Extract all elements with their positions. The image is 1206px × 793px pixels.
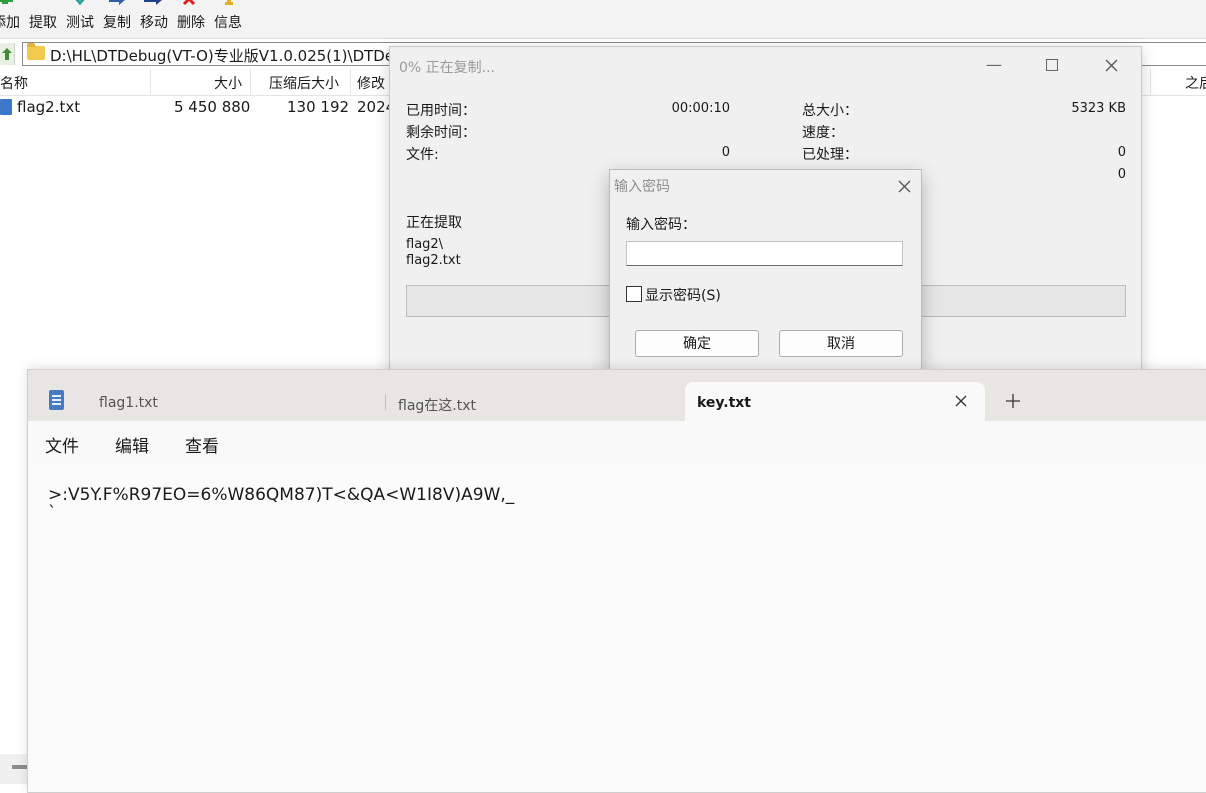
status-bar <box>0 754 28 784</box>
test-icon <box>75 0 85 6</box>
ok-button[interactable]: 确定 <box>635 330 759 357</box>
current-folder: flag2\ <box>406 237 444 252</box>
remaining-time-label: 剩余时间： <box>406 125 476 141</box>
tab-bar: flag1.txt flag在这.txt key.txt <box>28 370 1206 421</box>
info-icon <box>225 0 233 5</box>
toolbar-delete-label: 删除 <box>177 15 205 31</box>
close-icon <box>898 180 911 193</box>
elapsed-time-value: 00:00:10 <box>671 101 730 116</box>
password-input[interactable] <box>626 241 903 266</box>
text-line: ` <box>48 503 57 523</box>
menu-bar: 文件 编辑 查看 <box>28 421 1206 464</box>
compressed-value: 0 <box>1117 167 1126 182</box>
menu-file[interactable]: 文件 <box>45 432 79 457</box>
column-divider[interactable] <box>1150 69 1151 95</box>
toolbar-info-label: 信息 <box>214 15 242 31</box>
tab-label: flag1.txt <box>99 395 158 411</box>
maximize-button[interactable] <box>1042 55 1062 75</box>
new-tab-button[interactable] <box>1006 389 1020 413</box>
tab-label: key.txt <box>697 395 752 411</box>
column-modified-header[interactable]: 修改 <box>357 73 385 93</box>
files-value: 0 <box>721 145 730 160</box>
toolbar-copy-button[interactable]: 复制 <box>103 0 135 38</box>
text-file-icon <box>0 99 12 115</box>
close-button[interactable] <box>1101 55 1121 75</box>
current-file: flag2.txt <box>406 253 461 268</box>
notepad-window: flag1.txt flag在这.txt key.txt 文件 编辑 查看 >:… <box>27 369 1206 793</box>
toolbar-extract-label: 提取 <box>29 15 57 31</box>
toolbar-delete-button[interactable]: 删除 <box>177 0 209 38</box>
toolbar-copy-label: 复制 <box>103 15 131 31</box>
toolbar-info-button[interactable]: 信息 <box>214 0 246 38</box>
tab-label: flag在这.txt <box>398 398 476 414</box>
plus-icon <box>1006 394 1020 408</box>
toolbar-move-label: 移动 <box>140 15 168 31</box>
extracting-label: 正在提取 <box>406 215 462 231</box>
notepad-app-icon <box>49 390 64 410</box>
toolbar-add-button[interactable]: 添加 <box>0 0 26 38</box>
cancel-button[interactable]: 取消 <box>779 330 903 357</box>
menu-edit[interactable]: 编辑 <box>115 432 149 457</box>
archive-toolbar: 添加 提取 测试 复制 移动 删除 信息 <box>0 0 1206 38</box>
up-folder-button[interactable] <box>0 43 15 65</box>
text-line: >:V5Y.F%R97EO=6%W86QM87)T<&QA<W1I8V)A9W,… <box>48 485 515 505</box>
toolbar-test-label: 测试 <box>66 15 94 31</box>
column-divider[interactable] <box>250 69 251 95</box>
maximize-icon <box>1046 59 1058 71</box>
toolbar-move-button[interactable]: 移动 <box>140 0 172 38</box>
tab-flag-here[interactable]: flag在这.txt <box>386 382 684 421</box>
tab-close-button[interactable] <box>955 391 967 412</box>
show-password-checkbox[interactable] <box>626 286 642 302</box>
close-icon <box>955 395 967 407</box>
text-editor[interactable]: >:V5Y.F%R97EO=6%W86QM87)T<&QA<W1I8V)A9W,… <box>28 463 1206 792</box>
password-dialog-close-button[interactable] <box>898 174 911 197</box>
tab-key[interactable]: key.txt <box>685 382 985 421</box>
file-name: flag2.txt <box>17 98 81 116</box>
total-size-value: 5323 KB <box>1071 101 1126 116</box>
show-password-label[interactable]: 显示密码(S) <box>645 285 721 305</box>
password-dialog: 输入密码 输入密码： 显示密码(S) 确定 取消 <box>609 169 922 371</box>
toolbar-test-button[interactable]: 测试 <box>66 0 98 38</box>
minimize-button[interactable]: — <box>984 55 1004 75</box>
move-icon <box>144 0 162 5</box>
copy-icon <box>109 0 125 5</box>
column-divider[interactable] <box>350 69 351 95</box>
address-path: D:\HL\DTDebug(VT-O)专业版V1.0.025(1)\DTDeb <box>50 47 404 65</box>
menu-view[interactable]: 查看 <box>185 432 219 457</box>
folder-icon <box>27 43 45 60</box>
password-prompt: 输入密码： <box>626 217 696 233</box>
column-size-header[interactable]: 大小 <box>214 73 242 93</box>
extract-icon <box>31 0 51 6</box>
copy-dialog-title: 0% 正在复制... <box>399 60 496 76</box>
total-size-label: 总大小： <box>802 103 858 119</box>
tab-flag1[interactable]: flag1.txt <box>87 382 385 421</box>
column-packed-header[interactable]: 压缩后大小 <box>269 73 339 93</box>
speed-label: 速度： <box>802 125 844 141</box>
delete-icon <box>182 0 196 6</box>
toolbar-extract-button[interactable]: 提取 <box>29 0 61 38</box>
toolbar-add-label: 添加 <box>0 15 20 31</box>
scroll-indicator <box>12 765 28 769</box>
file-packed-size: 130 192 <box>287 98 350 116</box>
column-name-header[interactable]: 名称 <box>0 73 28 93</box>
processed-label: 已处理： <box>802 147 858 163</box>
elapsed-time-label: 已用时间： <box>406 103 476 119</box>
processed-value: 0 <box>1117 145 1126 160</box>
file-size: 5 450 880 <box>174 98 251 116</box>
files-label: 文件: <box>406 147 439 163</box>
column-extra-header[interactable]: 之后 <box>1185 73 1206 93</box>
add-icon <box>0 0 13 4</box>
close-icon <box>1105 59 1117 72</box>
column-divider[interactable] <box>150 69 151 95</box>
password-dialog-title: 输入密码 <box>614 179 670 195</box>
up-arrow-icon <box>2 48 12 60</box>
